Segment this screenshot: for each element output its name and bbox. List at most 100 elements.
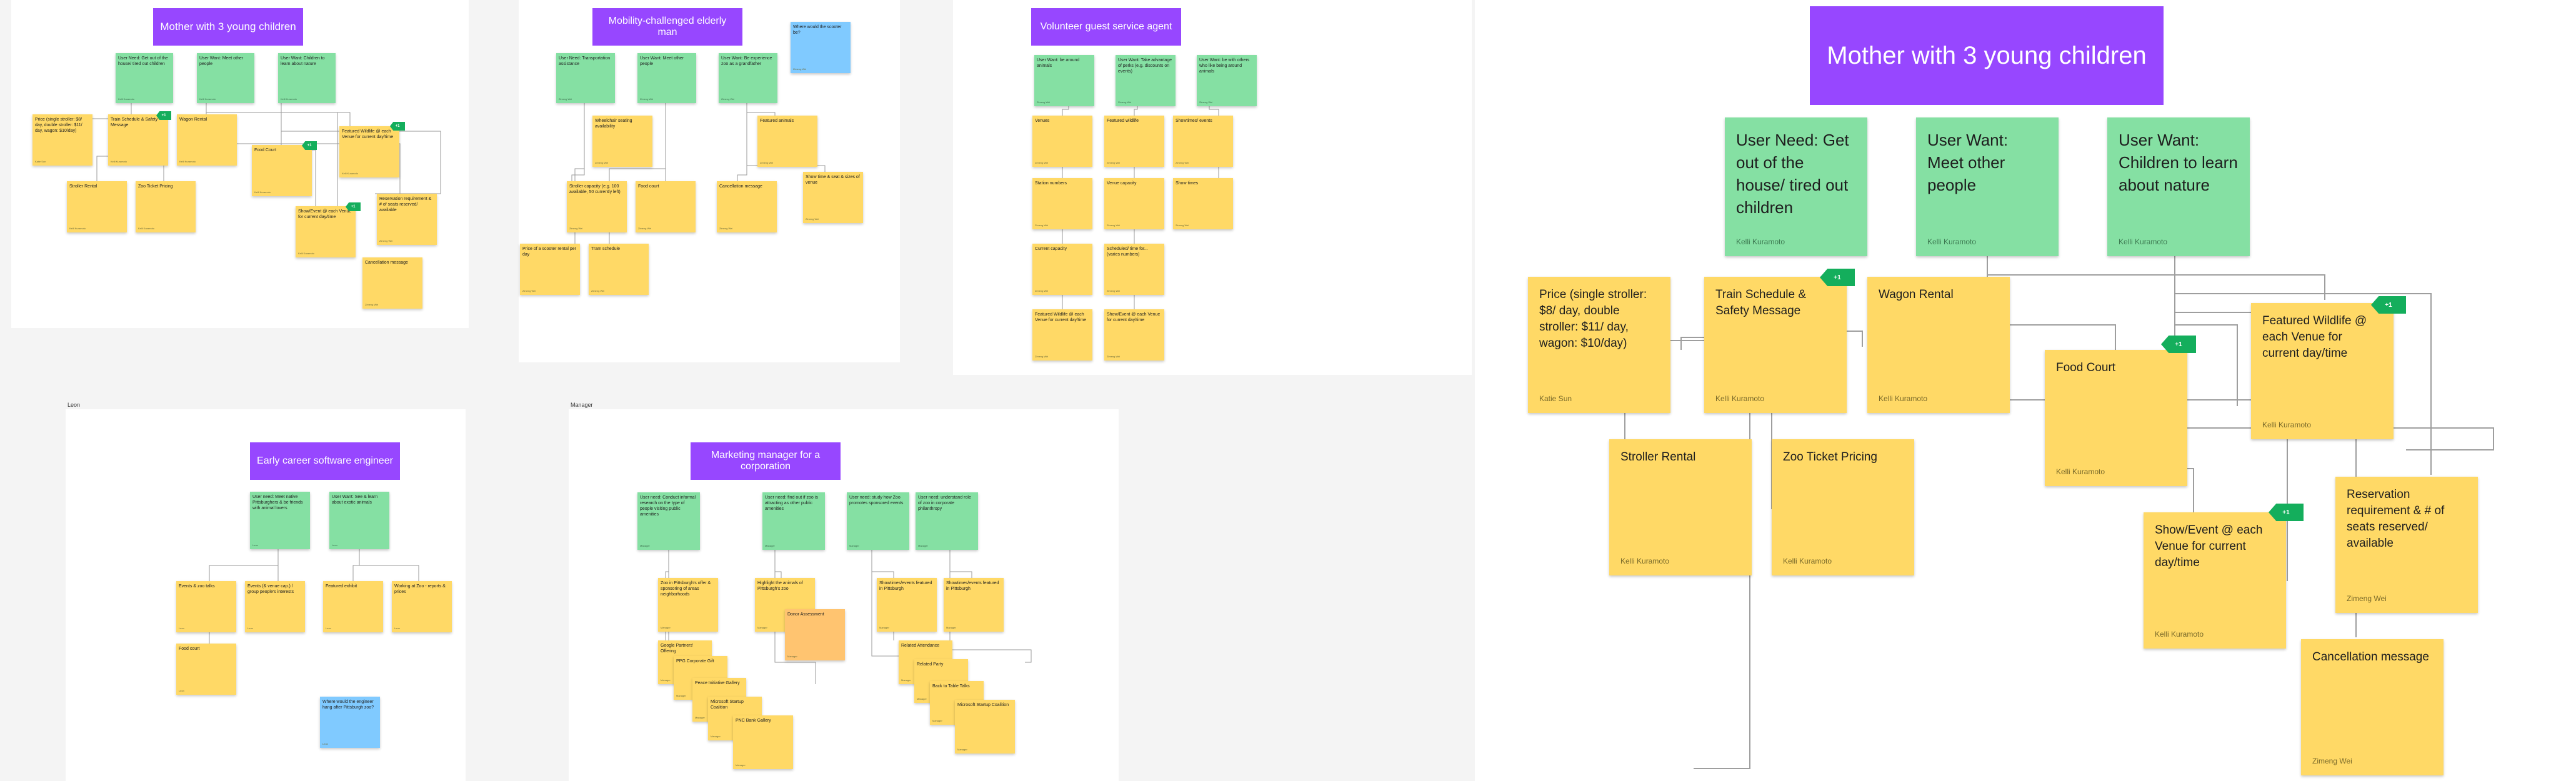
mini-need-sticky: User need: find out if zoo is attracting… [762, 492, 825, 550]
sticky-text: Current capacity [1035, 247, 1067, 251]
sticky-text: Wagon Rental [179, 117, 207, 122]
sticky-author: Kelli Kuramoto [1715, 394, 1765, 403]
mini-need-sticky: User Need: Get out of the house/ tired o… [116, 53, 173, 103]
sticky-text: Donor Assessment [787, 612, 824, 617]
mini-need-sticky: User Want: See & learn about exotic anim… [329, 492, 389, 549]
mini-sticky: Featured exhibit Leon [323, 581, 383, 632]
sticky-text: Zoo Ticket Pricing [1783, 450, 1877, 464]
board-title-elderly: Mobility-challenged elderly man [592, 8, 742, 46]
sticky-text: Show times [1176, 181, 1199, 186]
sticky-text: Cancellation message [2312, 650, 2429, 664]
sticky-author: Leon [322, 742, 328, 745]
sticky-text: User Want: be with others who like being… [1199, 58, 1250, 74]
sticky-text: Events & zoo talks [179, 584, 215, 589]
sticky-text: PPG Corporate Gift [676, 659, 714, 664]
sticky-text: Station numbers [1035, 181, 1067, 186]
sticky-cancellation[interactable]: Cancellation message Zimeng Wei [2301, 639, 2444, 775]
need-sticky-nature[interactable]: User Want: Children to learn about natur… [2107, 117, 2250, 256]
sticky-author: Manager [757, 626, 767, 629]
sticky-author: Manager [879, 626, 889, 629]
mini-sticky: Microsoft Startup Coalition Manager [955, 700, 1015, 754]
sticky-author: Zimeng Wei [1035, 224, 1049, 227]
sticky-show-event[interactable]: Show/Event @ each Venue for current day/… [2144, 512, 2286, 649]
mini-sticky: Zoo Ticket Pricing Kelli Kuramoto [136, 181, 196, 232]
sticky-text: Showtimes/events featured in Pittsburgh [879, 581, 932, 591]
sticky-author: Zimeng Wei [719, 227, 733, 230]
mini-sticky: Events & zoo talks Leon [176, 581, 236, 632]
mini-need-sticky: User Want: be around animals Zimeng Wei [1034, 55, 1094, 106]
sticky-text: User Need: Get out of the house/ tired o… [118, 56, 168, 66]
sticky-author: Kelli Kuramoto [1736, 237, 1785, 246]
sticky-text: Price (single stroller: $8/ day, double … [1539, 288, 1647, 350]
mini-need-sticky: User Want: Meet other people Zimeng Wei [637, 53, 696, 103]
mini-sticky: Train Schedule & Safety Message Kelli Ku… [108, 114, 168, 166]
sticky-author: Manager [917, 697, 927, 700]
mini-sticky: Featured animals Zimeng Wei [757, 116, 817, 167]
sticky-text: User Want: be around animals [1037, 58, 1080, 68]
sticky-text: User Want: See & learn about exotic anim… [332, 495, 378, 505]
sticky-text: User need: study how Zoo promotes sponso… [849, 495, 904, 505]
sticky-text: User Want: Meet other people [1927, 131, 2009, 194]
sticky-text: Show/Event @ each Venue for current day/… [1107, 312, 1161, 322]
sticky-author: Manager [787, 655, 797, 658]
mini-sticky: Working at Zoo - reports & prices Leon [392, 581, 452, 632]
mini-sticky: Featured wildlife Zimeng Wei [1104, 116, 1164, 167]
sticky-text: Showtimes/ events [1176, 119, 1212, 123]
mini-need-sticky: User Want: Children to learn about natur… [278, 53, 336, 103]
sticky-author: Zimeng Wei [640, 97, 654, 101]
sticky-reservation[interactable]: Reservation requirement & # of seats res… [2335, 477, 2478, 613]
sticky-author: Kelli Kuramoto [254, 191, 271, 194]
mini-sticky: Price (single stroller: $8/ day, double … [32, 114, 92, 166]
sticky-author: Kelli Kuramoto [1927, 237, 1977, 246]
mini-need-sticky: User need: study how Zoo promotes sponso… [847, 492, 909, 550]
zoomed-title-mother: Mother with 3 young children [1810, 6, 2164, 105]
sticky-author: Zimeng Wei [365, 303, 379, 306]
sticky-author: Leon [326, 627, 331, 630]
mini-sticky: Scheduled/ time for... (varies numbers) … [1104, 244, 1164, 295]
mini-sticky: Show time & seat & sizes of venue Zimeng… [803, 172, 863, 223]
sticky-author: Kelli Kuramoto [2155, 630, 2204, 639]
sticky-author: Manager [661, 679, 671, 682]
mini-sticky: Events (& venue cap.) / group people's i… [245, 581, 305, 632]
sticky-author: Manager [901, 679, 911, 682]
sticky-featured-wildlife[interactable]: Featured Wildlife @ each Venue for curre… [2251, 303, 2394, 439]
mini-sticky: Showtimes/ events Zimeng Wei [1173, 116, 1233, 167]
sticky-author: Kelli Kuramoto [1620, 557, 1670, 565]
mini-sticky: Show/Event @ each Venue for current day/… [296, 206, 356, 257]
mini-sticky: Price of a scooter rental per day Zimeng… [520, 244, 580, 295]
sticky-text: User Need: Transportation assistance [559, 56, 611, 66]
sticky-author: Zimeng Wei [1107, 289, 1121, 292]
sticky-text: Wagon Rental [1879, 288, 1954, 301]
sticky-author: Zimeng Wei [1199, 101, 1213, 104]
mini-sticky: Showtimes/events featured in Pittsburgh … [877, 578, 937, 632]
sticky-text: User Want: Meet other people [199, 56, 244, 66]
sticky-text: User Want: Be experience zoo as a grandf… [721, 56, 772, 66]
mini-need-sticky: User Need: Transportation assistance Zim… [556, 53, 615, 103]
sticky-wagon-rental[interactable]: Wagon Rental Kelli Kuramoto [1867, 277, 2010, 413]
sticky-author: Zimeng Wei [569, 227, 583, 230]
sticky-text: Show time & seat & sizes of venue [806, 175, 860, 185]
sticky-text: Food court [638, 184, 659, 189]
sticky-train-schedule[interactable]: Train Schedule & Safety Message Kelli Ku… [1704, 277, 1847, 413]
sticky-zoo-ticket-pricing[interactable]: Zoo Ticket Pricing Kelli Kuramoto [1772, 439, 1914, 575]
sticky-text: Featured Wildlife @ each Venue for curre… [342, 129, 394, 139]
sticky-author: Kelli Kuramoto [281, 97, 297, 101]
sticky-author: Manager [736, 764, 746, 767]
mini-need-sticky: User Want: Be experience zoo as a grandf… [719, 53, 777, 103]
sticky-author: Katie Sun [35, 160, 46, 163]
sticky-text: Microsoft Startup Coalition [957, 703, 1009, 707]
need-sticky-meet-people[interactable]: User Want: Meet other people Kelli Kuram… [1916, 117, 2059, 256]
sticky-text: Zoo Ticket Pricing [138, 184, 173, 189]
mini-need-sticky: User need: understand role of zoo in cor… [916, 492, 978, 550]
sticky-price[interactable]: Price (single stroller: $8/ day, double … [1528, 277, 1670, 413]
sticky-author: Zimeng Wei [1107, 224, 1121, 227]
sticky-author: Manager [765, 544, 775, 547]
sticky-food-court[interactable]: Food Court Kelli Kuramoto [2045, 350, 2187, 486]
sticky-text: User Want: Take advantage of perks (e.g.… [1118, 58, 1172, 74]
sticky-text: User need: find out if zoo is attracting… [765, 495, 818, 511]
frame-label-marketing: Manager [571, 402, 593, 408]
need-sticky-get-out[interactable]: User Need: Get out of the house/ tired o… [1725, 117, 1867, 256]
sticky-stroller-rental[interactable]: Stroller Rental Kelli Kuramoto [1609, 439, 1752, 575]
sticky-author: Zimeng Wei [760, 161, 774, 164]
sticky-author: Zimeng Wei [1118, 101, 1132, 104]
